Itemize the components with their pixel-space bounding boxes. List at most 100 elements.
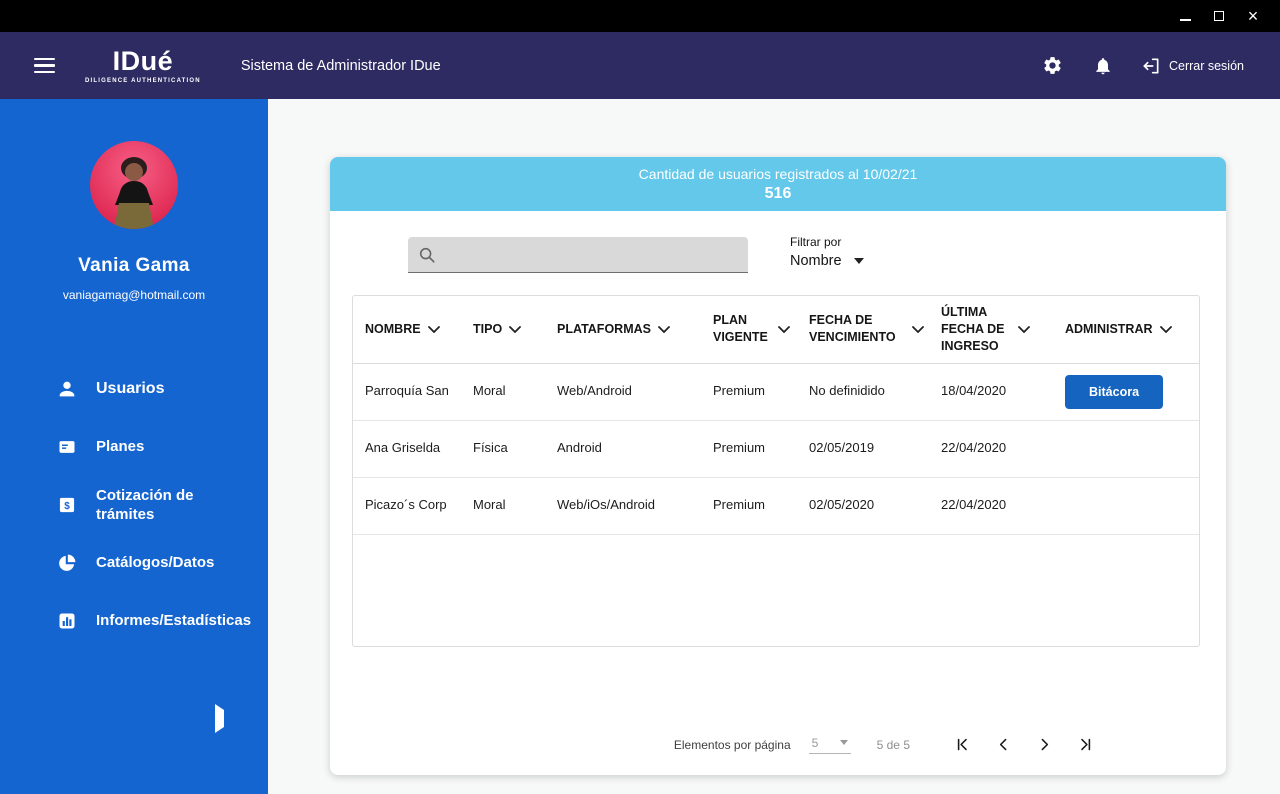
- previous-page-button[interactable]: [993, 734, 1014, 755]
- appbar-actions: Cerrar sesión: [1040, 53, 1244, 78]
- chevron-right-icon: [1041, 738, 1049, 751]
- table-header-row: NOMBRE TIPO PLATAFORMAS PLAN VIGENTE FEC…: [353, 296, 1199, 364]
- plans-card-icon: [56, 437, 78, 457]
- filter-label: Filtrar por: [790, 235, 842, 249]
- column-header-fecha-vencimiento[interactable]: FECHA DE VENCIMIENTO: [809, 304, 941, 354]
- sidebar-item-label: Usuarios: [96, 379, 165, 397]
- search-field: [408, 237, 748, 273]
- page-size-select[interactable]: 5: [808, 735, 851, 754]
- logo-subtitle: DILIGENCE AUTHENTICATION: [85, 77, 201, 84]
- window-controls: ×: [1168, 0, 1270, 32]
- cell-nombre: Ana Griselda: [365, 440, 441, 456]
- cell-plan: Premium: [713, 440, 766, 456]
- chevron-down-icon: [853, 258, 864, 264]
- sidebar-item-usuarios[interactable]: Usuarios: [0, 360, 268, 418]
- last-page-button[interactable]: [1075, 734, 1096, 755]
- cell-vencimiento: 02/05/2019: [809, 440, 875, 456]
- first-page-button[interactable]: [952, 734, 973, 755]
- filter-selected-value: Nombre: [790, 253, 842, 269]
- logout-button[interactable]: Cerrar sesión: [1141, 56, 1244, 76]
- window-close-button[interactable]: ×: [1236, 0, 1270, 32]
- table-row: Ana Griselda Física Android Premium 02/0…: [353, 421, 1199, 478]
- sidebar-nav: Usuarios Planes $ Cotización de trámites: [0, 360, 268, 650]
- sidebar-item-label: Planes: [96, 438, 145, 456]
- cell-nombre: Parroquía San: [365, 383, 449, 399]
- first-page-icon: [957, 738, 967, 751]
- content: Vania Gama vaniagamag@hotmail.com Usuari…: [0, 99, 1280, 794]
- screen: × IDué DILIGENCE AUTHENTICATION Sistema …: [0, 0, 1280, 794]
- chevron-down-icon: [839, 740, 848, 745]
- app-header: IDué DILIGENCE AUTHENTICATION Sistema de…: [0, 32, 1280, 99]
- cell-plan: Premium: [713, 497, 766, 513]
- sidebar-item-informes[interactable]: Informes/Estadísticas: [0, 592, 268, 650]
- pie-chart-icon: [56, 553, 78, 573]
- card-title: Cantidad de usuarios registrados al 10/0…: [638, 166, 918, 182]
- chevron-down-icon: [1018, 325, 1030, 333]
- sidebar-item-planes[interactable]: Planes: [0, 418, 268, 476]
- sidebar-item-catalogos[interactable]: Catálogos/Datos: [0, 534, 268, 592]
- settings-button[interactable]: [1040, 53, 1065, 78]
- logout-label: Cerrar sesión: [1168, 58, 1244, 73]
- chevron-down-icon: [778, 325, 790, 333]
- person-icon: [56, 378, 78, 400]
- window-minimize-button[interactable]: [1168, 0, 1202, 32]
- card-header: Cantidad de usuarios registrados al 10/0…: [330, 157, 1226, 211]
- cell-ultimo-ingreso: 18/04/2020: [941, 383, 1007, 399]
- sidebar-item-label: Catálogos/Datos: [96, 554, 215, 572]
- user-name: Vania Gama: [78, 255, 190, 276]
- user-count: 516: [764, 185, 792, 202]
- toolbar-row: Filtrar por Nombre: [330, 235, 1226, 273]
- notifications-button[interactable]: [1091, 54, 1115, 78]
- dollar-square-icon: $: [56, 495, 78, 515]
- user-email: vaniagamag@hotmail.com: [62, 288, 206, 302]
- bell-icon: [1096, 57, 1110, 74]
- column-header-tipo[interactable]: TIPO: [473, 313, 557, 346]
- menu-toggle-button[interactable]: [30, 52, 59, 80]
- chevron-down-icon: [509, 325, 522, 333]
- sidebar-item-label: Informes/Estadísticas: [96, 612, 252, 630]
- next-page-button[interactable]: [1034, 734, 1055, 755]
- cell-plataformas: Android: [557, 440, 602, 456]
- window-maximize-button[interactable]: [1202, 0, 1236, 32]
- column-header-plan-vigente[interactable]: PLAN VIGENTE: [713, 304, 809, 354]
- column-header-nombre[interactable]: NOMBRE: [365, 313, 473, 346]
- column-header-administrar[interactable]: ADMINISTRAR: [1065, 313, 1187, 346]
- hamburger-icon: [34, 57, 55, 61]
- sidebar-item-label: Cotización de trámites: [96, 486, 194, 524]
- page-size-value: 5: [811, 735, 819, 750]
- page-range: 5 de 5: [876, 737, 910, 752]
- page-size-label: Elementos por página: [673, 737, 791, 752]
- sidebar: Vania Gama vaniagamag@hotmail.com Usuari…: [0, 99, 268, 794]
- pagination-nav: [952, 734, 1096, 755]
- avatar: [90, 141, 178, 229]
- users-card: Cantidad de usuarios registrados al 10/0…: [330, 157, 1226, 775]
- bitacora-button[interactable]: Bitácora: [1065, 374, 1164, 409]
- sidebar-item-cotizacion[interactable]: $ Cotización de trámites: [0, 476, 268, 534]
- window-titlebar: ×: [0, 0, 1280, 32]
- chevron-down-icon: [1159, 325, 1172, 333]
- filter-control: Filtrar por Nombre: [790, 235, 864, 269]
- cell-tipo: Moral: [473, 383, 506, 399]
- gear-icon: [1044, 57, 1061, 74]
- sidebar-expand-button[interactable]: [211, 704, 228, 733]
- search-input[interactable]: [444, 245, 738, 264]
- table-row: Picazo´s Corp Moral Web/iOs/Android Prem…: [353, 478, 1199, 535]
- app-logo: IDué DILIGENCE AUTHENTICATION: [85, 45, 201, 84]
- chevron-right-icon: [215, 704, 224, 733]
- maximize-icon: [1214, 11, 1224, 21]
- table-row: Parroquía San Moral Web/Android Premium …: [353, 364, 1199, 421]
- users-table: NOMBRE TIPO PLATAFORMAS PLAN VIGENTE FEC…: [352, 295, 1200, 647]
- app-title: Sistema de Administrador IDue: [240, 57, 441, 74]
- column-header-plataformas[interactable]: PLATAFORMAS: [557, 313, 713, 346]
- main-panel: Cantidad de usuarios registrados al 10/0…: [268, 99, 1280, 794]
- chevron-down-icon: [658, 325, 670, 333]
- chevron-down-icon: [427, 325, 440, 333]
- cell-plataformas: Web/iOs/Android: [557, 497, 656, 513]
- cell-tipo: Física: [473, 440, 508, 456]
- cell-ultimo-ingreso: 22/04/2020: [941, 440, 1007, 456]
- cell-vencimiento: 02/05/2020: [809, 497, 875, 513]
- logo-title: IDué: [112, 45, 174, 76]
- filter-select[interactable]: Nombre: [790, 253, 864, 269]
- pagination: Elementos por página 5 5 de 5: [330, 734, 1226, 755]
- column-header-ultima-fecha-ingreso[interactable]: ÚLTIMA FECHA DE INGRESO: [941, 296, 1065, 363]
